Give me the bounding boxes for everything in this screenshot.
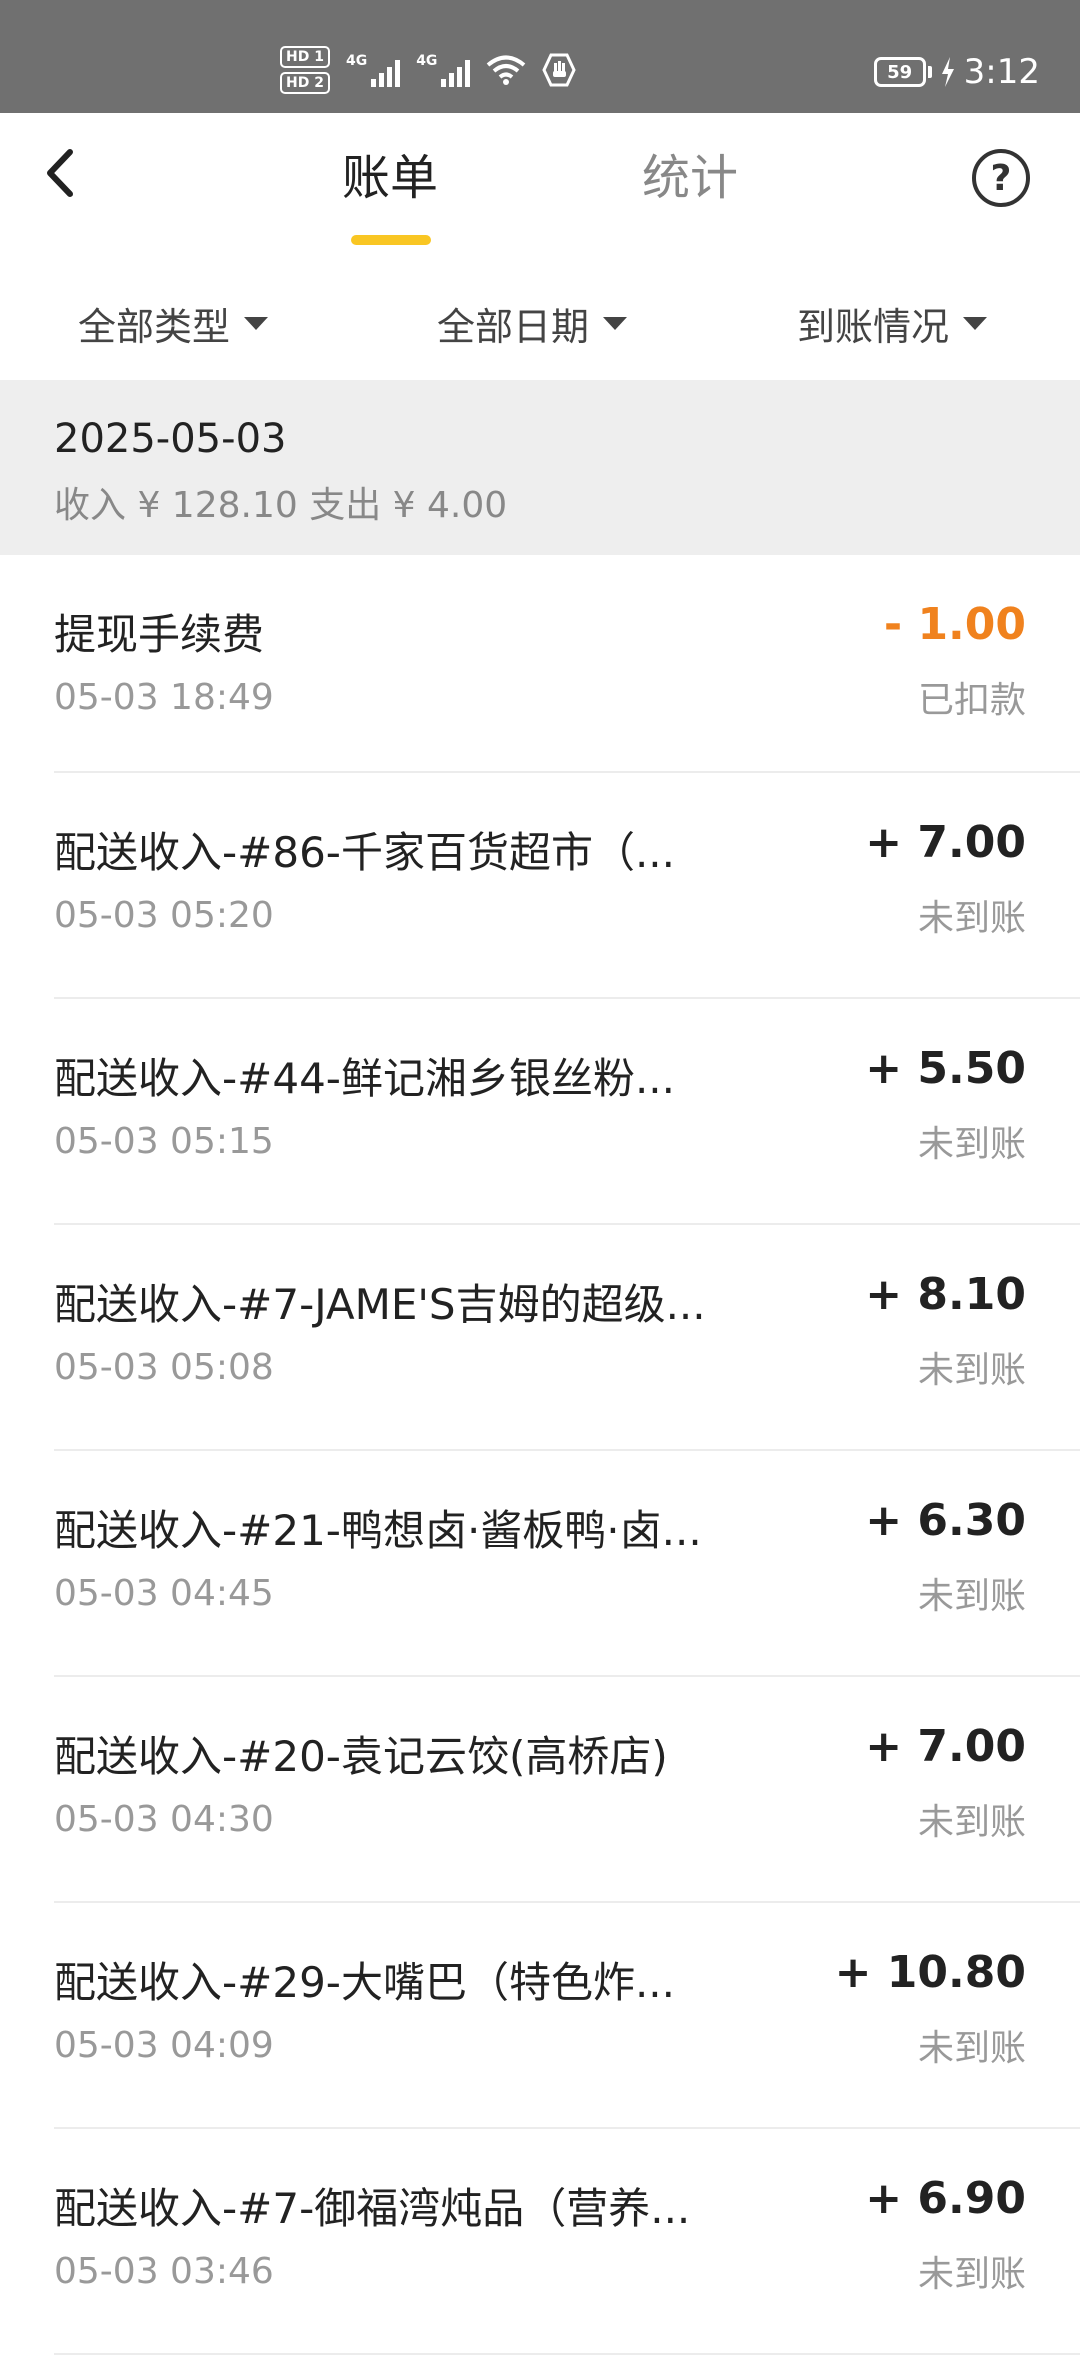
filter-type-label: 全部类型 — [78, 304, 231, 349]
transaction-time: 05-03 05:20 — [54, 895, 274, 936]
transaction-status: 未到账 — [917, 2028, 1026, 2069]
tab-statistics[interactable]: 统计 — [642, 143, 738, 213]
transaction-amount: + 10.80 — [834, 1947, 1026, 1998]
charging-icon — [941, 57, 954, 87]
status-bar: HD 1 HD 2 4G 4G 59 3:12 — [0, 0, 1080, 113]
transaction-status: 已扣款 — [917, 680, 1026, 721]
battery-icon: 59 — [873, 57, 926, 87]
transaction-time: 05-03 05:08 — [54, 1347, 274, 1388]
transaction-amount: + 7.00 — [865, 817, 1026, 868]
transaction-time: 05-03 04:30 — [54, 1799, 274, 1840]
transaction-row[interactable]: 配送收入-#29-大嘴巴（特色炸... 05-03 04:09 + 10.80 … — [0, 1903, 1080, 2129]
transaction-time: 05-03 03:46 — [54, 2251, 274, 2292]
filter-date-dropdown[interactable]: 全部日期 — [437, 293, 628, 353]
transaction-title: 配送收入-#86-千家百货超市（... — [54, 828, 675, 877]
status-icons: HD 1 HD 2 4G 4G — [280, 42, 577, 98]
filter-status-dropdown[interactable]: 到账情况 — [797, 293, 988, 353]
group-date: 2025-05-03 — [54, 416, 287, 462]
transaction-title: 配送收入-#20-袁记云饺(高桥店) — [54, 1732, 668, 1781]
date-group-header: 2025-05-03 收入 ¥ 128.10 支出 ¥ 4.00 — [0, 380, 1080, 555]
status-right: 59 3:12 — [873, 50, 1040, 94]
transaction-time: 05-03 04:45 — [54, 1573, 274, 1614]
group-summary: 收入 ¥ 128.10 支出 ¥ 4.00 — [54, 485, 508, 526]
network-type-1: 4G — [345, 53, 368, 69]
transaction-amount: - 1.00 — [883, 599, 1026, 650]
transaction-amount: + 8.10 — [865, 1269, 1026, 1320]
active-tab-indicator — [351, 235, 431, 245]
transaction-title: 配送收入-#44-鲜记湘乡银丝粉... — [54, 1054, 675, 1103]
filter-type-dropdown[interactable]: 全部类型 — [78, 293, 269, 353]
transaction-amount: + 6.30 — [865, 1495, 1026, 1546]
header: 账单 统计 ? — [0, 113, 1080, 263]
transaction-title: 配送收入-#29-大嘴巴（特色炸... — [54, 1958, 675, 2007]
transaction-row[interactable]: 配送收入-#20-袁记云饺(高桥店) 05-03 04:30 + 7.00 未到… — [0, 1677, 1080, 1903]
caret-down-icon — [963, 316, 988, 330]
tab-bill[interactable]: 账单 — [342, 143, 438, 213]
signal-1-icon: 4G — [345, 53, 401, 87]
transaction-time: 05-03 05:15 — [54, 1121, 274, 1162]
transaction-status: 未到账 — [917, 1350, 1026, 1391]
wifi-icon — [487, 55, 526, 85]
transaction-row[interactable]: 配送收入-#7-御福湾炖品（营养... 05-03 03:46 + 6.90 未… — [0, 2129, 1080, 2355]
filter-bar: 全部类型 全部日期 到账情况 — [0, 263, 1080, 380]
transaction-row[interactable]: 配送收入-#7-JAME'S吉姆的超级... 05-03 05:08 + 8.1… — [0, 1225, 1080, 1451]
hand-shield-icon — [542, 53, 577, 87]
caret-down-icon — [244, 316, 269, 330]
transaction-status: 未到账 — [917, 1802, 1026, 1843]
transaction-row[interactable]: 配送收入-#21-鸭想卤·酱板鸭·卤... 05-03 04:45 + 6.30… — [0, 1451, 1080, 1677]
transaction-list: 提现手续费 05-03 18:49 - 1.00 已扣款 配送收入-#86-千家… — [0, 555, 1080, 2355]
transaction-status: 未到账 — [917, 898, 1026, 939]
transaction-row[interactable]: 配送收入-#86-千家百货超市（... 05-03 05:20 + 7.00 未… — [0, 773, 1080, 999]
hd-indicators: HD 1 HD 2 — [280, 46, 330, 94]
transaction-title: 配送收入-#21-鸭想卤·酱板鸭·卤... — [54, 1506, 702, 1555]
transaction-title: 配送收入-#7-御福湾炖品（营养... — [54, 2184, 691, 2233]
filter-date-label: 全部日期 — [437, 304, 590, 349]
chevron-left-icon — [47, 149, 73, 197]
transaction-title: 提现手续费 — [54, 610, 265, 659]
hd1-icon: HD 1 — [280, 46, 330, 68]
transaction-time: 05-03 04:09 — [54, 2025, 274, 2066]
transaction-row[interactable]: 提现手续费 05-03 18:49 - 1.00 已扣款 — [0, 555, 1080, 773]
question-icon: ? — [990, 157, 1012, 199]
network-type-2: 4G — [416, 53, 438, 69]
battery-cap — [927, 66, 932, 78]
transaction-title: 配送收入-#7-JAME'S吉姆的超级... — [54, 1280, 706, 1329]
transaction-status: 未到账 — [917, 1124, 1026, 1165]
transaction-status: 未到账 — [917, 1576, 1026, 1617]
transaction-amount: + 5.50 — [865, 1043, 1026, 1094]
help-button[interactable]: ? — [972, 149, 1030, 207]
hd2-icon: HD 2 — [280, 72, 330, 94]
filter-status-label: 到账情况 — [797, 304, 950, 349]
transaction-amount: + 6.90 — [865, 2173, 1026, 2224]
caret-down-icon — [603, 316, 628, 330]
transaction-row[interactable]: 配送收入-#44-鲜记湘乡银丝粉... 05-03 05:15 + 5.50 未… — [0, 999, 1080, 1225]
signal-2-icon: 4G — [416, 53, 471, 87]
transaction-amount: + 7.00 — [865, 1721, 1026, 1772]
transaction-status: 未到账 — [917, 2254, 1026, 2295]
transaction-time: 05-03 18:49 — [54, 677, 274, 718]
status-time: 3:12 — [963, 52, 1040, 92]
back-button[interactable] — [30, 143, 90, 203]
